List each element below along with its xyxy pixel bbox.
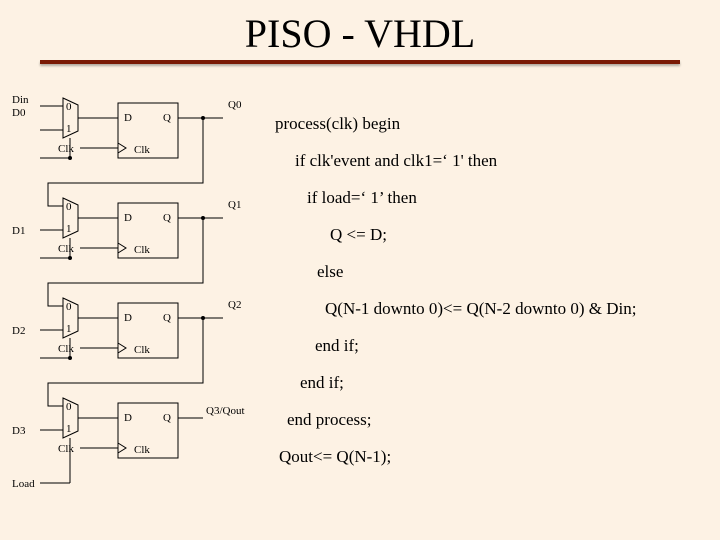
mux-0-label: 0 xyxy=(66,401,72,413)
code-line: end process; xyxy=(287,411,636,428)
vhdl-code: process(clk) begin if clk'event and clk1… xyxy=(275,115,636,485)
code-line: end if; xyxy=(315,337,636,354)
ff-clk-label: Clk xyxy=(134,344,150,356)
din-label: Din xyxy=(12,94,29,106)
ff-q-label: Q xyxy=(163,312,171,324)
code-line: Q(N-1 downto 0)<= Q(N-2 downto 0) & Din; xyxy=(325,300,636,317)
mux-0-label: 0 xyxy=(66,201,72,213)
code-line: end if; xyxy=(300,374,636,391)
q1-label: Q1 xyxy=(228,199,241,211)
load-label: Load xyxy=(12,478,35,490)
code-line: else xyxy=(317,263,636,280)
mux-1-label: 1 xyxy=(66,323,72,335)
title-underline xyxy=(40,60,680,64)
code-line: Q <= D; xyxy=(330,226,636,243)
d3-label: D3 xyxy=(12,425,26,437)
ff-clk-label: Clk xyxy=(134,244,150,256)
q3-qout-label: Q3/Qout xyxy=(206,405,245,417)
d2-label: D2 xyxy=(12,325,25,337)
clk-label: Clk xyxy=(58,343,74,355)
ff-q-label: Q xyxy=(163,412,171,424)
piso-circuit-diagram: 0 1 Din D0 D Q Clk Clk Q0 xyxy=(8,88,255,503)
ff-q-label: Q xyxy=(163,112,171,124)
code-line: if clk'event and clk1=‘ 1' then xyxy=(295,152,636,169)
code-line: process(clk) begin xyxy=(275,115,636,132)
ff-d-label: D xyxy=(124,312,132,324)
code-line: if load=‘ 1’ then xyxy=(307,189,636,206)
clk-label: Clk xyxy=(58,443,74,455)
q0-label: Q0 xyxy=(228,99,242,111)
mux-1-label: 1 xyxy=(66,223,72,235)
slide-title: PISO - VHDL xyxy=(0,10,720,57)
mux-1-label: 1 xyxy=(66,423,72,435)
clk-label: Clk xyxy=(58,143,74,155)
mux-0-label: 0 xyxy=(66,101,72,113)
d1-label: D1 xyxy=(12,225,25,237)
clk-label: Clk xyxy=(58,243,74,255)
ff-clk-label: Clk xyxy=(134,444,150,456)
mux-0-label: 0 xyxy=(66,301,72,313)
ff-q-label: Q xyxy=(163,212,171,224)
code-line: Qout<= Q(N-1); xyxy=(279,448,636,465)
ff-d-label: D xyxy=(124,112,132,124)
d0-label: D0 xyxy=(12,107,26,119)
ff-d-label: D xyxy=(124,212,132,224)
mux-1-label: 1 xyxy=(66,123,72,135)
q2-label: Q2 xyxy=(228,299,241,311)
ff-clk-label: Clk xyxy=(134,144,150,156)
ff-d-label: D xyxy=(124,412,132,424)
